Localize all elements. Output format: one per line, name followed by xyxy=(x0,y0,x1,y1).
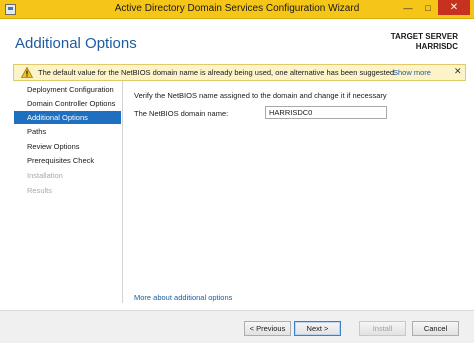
instruction-text: Verify the NetBIOS name assigned to the … xyxy=(134,91,387,100)
close-button[interactable]: ✕ xyxy=(438,0,470,15)
netbios-name-input[interactable] xyxy=(265,106,387,119)
title-bar: Active Directory Domain Services Configu… xyxy=(0,0,474,19)
target-server-name: HARRISDC xyxy=(415,42,458,51)
warning-message: The default value for the NetBIOS domain… xyxy=(38,68,397,77)
warning-banner: The default value for the NetBIOS domain… xyxy=(13,64,466,81)
nav-divider xyxy=(122,81,123,303)
previous-button[interactable]: < Previous xyxy=(244,321,291,336)
netbios-name-label: The NetBIOS domain name: xyxy=(134,109,229,118)
nav-item-deployment-configuration[interactable]: Deployment Configuration xyxy=(14,83,121,96)
more-about-options-link[interactable]: More about additional options xyxy=(134,293,232,302)
page-title: Additional Options xyxy=(15,35,137,52)
nav-item-review-options[interactable]: Review Options xyxy=(14,140,121,153)
install-button: Install xyxy=(359,321,406,336)
minimize-button[interactable]: — xyxy=(398,0,418,15)
wizard-footer: < Previous Next > Install Cancel xyxy=(0,310,474,343)
maximize-button[interactable]: □ xyxy=(418,0,438,15)
nav-item-results: Results xyxy=(27,186,53,195)
warning-icon xyxy=(21,67,33,78)
target-server-label: TARGET SERVER xyxy=(390,32,458,41)
nav-item-paths[interactable]: Paths xyxy=(14,125,121,138)
wizard-steps-nav: Deployment Configuration Domain Controll… xyxy=(14,81,122,303)
cancel-button[interactable]: Cancel xyxy=(412,321,459,336)
window-controls: — □ ✕ xyxy=(398,0,470,16)
nav-item-installation: Installation xyxy=(27,171,63,180)
next-button[interactable]: Next > xyxy=(294,321,341,336)
nav-item-additional-options[interactable]: Additional Options xyxy=(14,111,121,124)
nav-item-domain-controller-options[interactable]: Domain Controller Options xyxy=(14,97,121,110)
nav-item-prerequisites-check[interactable]: Prerequisites Check xyxy=(14,154,121,167)
banner-close-icon[interactable]: ✕ xyxy=(454,66,462,77)
show-more-link[interactable]: Show more xyxy=(393,68,431,77)
